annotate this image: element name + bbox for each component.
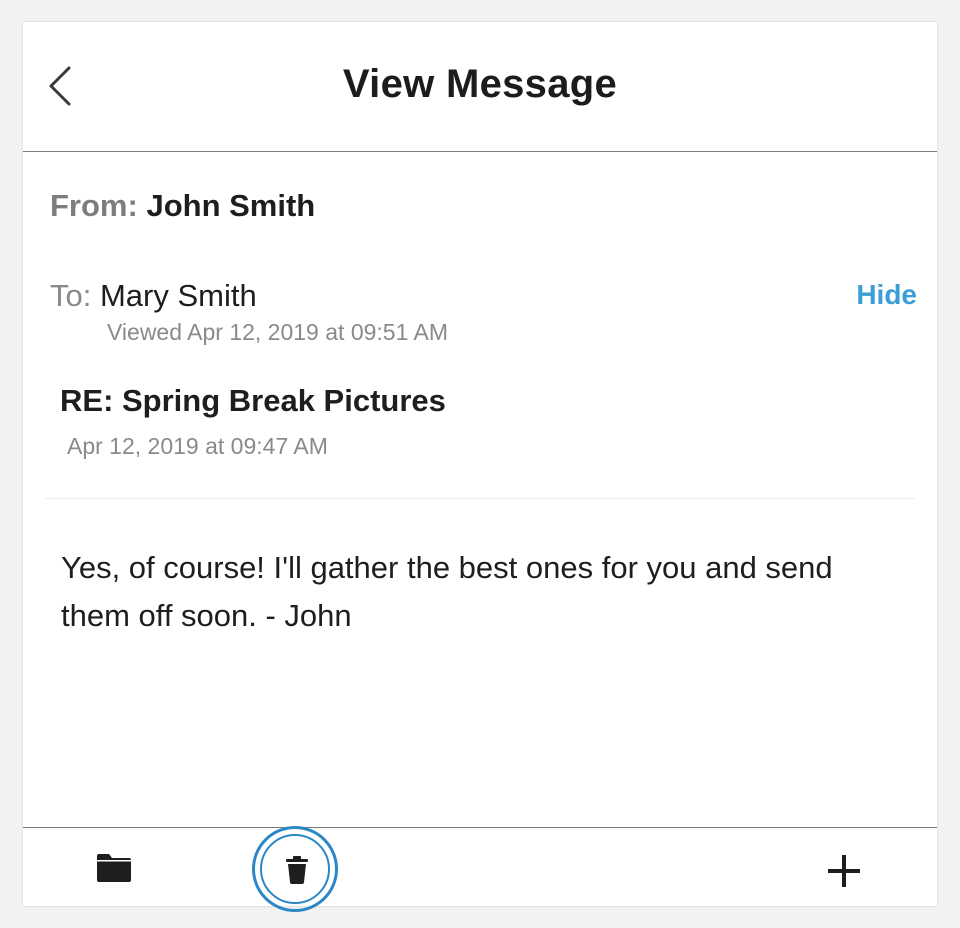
to-name: Mary Smith xyxy=(99,278,257,313)
plus-icon xyxy=(828,855,860,887)
header: View Message xyxy=(23,22,937,152)
trash-icon xyxy=(286,856,308,884)
divider xyxy=(45,498,915,499)
message-screen: View Message From: John Smith To: Mary S… xyxy=(23,22,937,912)
compose-button[interactable] xyxy=(823,850,865,892)
from-line: From: John Smith xyxy=(50,188,315,224)
hide-link[interactable]: Hide xyxy=(856,279,917,311)
from-label: From: xyxy=(50,188,138,223)
folder-icon xyxy=(97,854,131,882)
trash-button[interactable] xyxy=(252,826,338,912)
bottom-toolbar xyxy=(23,826,937,912)
viewed-status: Viewed Apr 12, 2019 at 09:51 AM xyxy=(107,319,448,345)
message-body: Yes, of course! I'll gather the best one… xyxy=(61,550,833,633)
to-line: To: Mary Smith xyxy=(50,278,257,314)
sent-date: Apr 12, 2019 at 09:47 AM xyxy=(67,433,328,459)
folder-button[interactable] xyxy=(95,850,133,884)
message-subject: RE: Spring Break Pictures xyxy=(60,383,446,418)
page-title: View Message xyxy=(342,62,618,106)
to-label: To: xyxy=(50,278,92,313)
from-name: John Smith xyxy=(146,188,316,223)
